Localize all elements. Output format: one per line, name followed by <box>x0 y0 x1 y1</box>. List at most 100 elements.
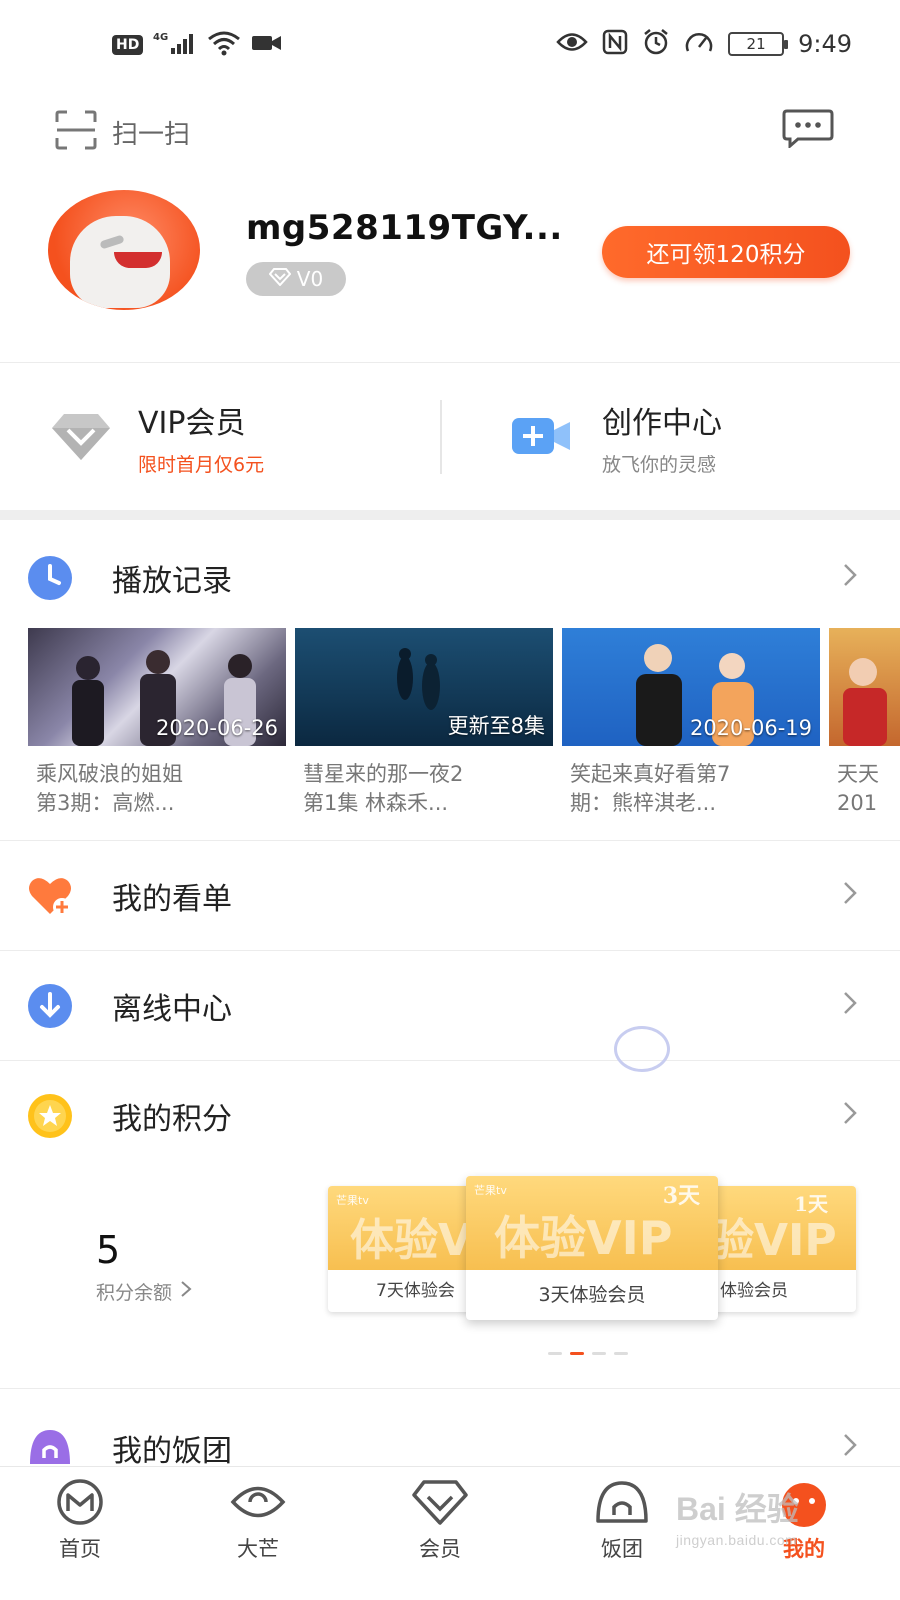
watchlist-label: 我的看单 <box>112 882 232 917</box>
fantuan-icon <box>592 1481 652 1531</box>
divider <box>0 362 900 363</box>
creator-text: 创作中心 放飞你的灵感 <box>602 398 722 477</box>
history-title: 播放记录 <box>112 564 232 599</box>
nav-home[interactable]: 首页 <box>20 1477 140 1563</box>
caption-line: 乘风破浪的姐姐 <box>36 762 183 786</box>
coupon-big-text: 体验VIP <box>494 1211 673 1265</box>
carousel-dot-active[interactable] <box>570 1352 584 1355</box>
speed-gauge-icon <box>684 29 714 59</box>
svg-text:4G: 4G <box>153 32 168 43</box>
caption-line: 201 <box>837 791 878 815</box>
history-caption: 笑起来真好看第7 期：熊梓淇老... <box>562 760 820 818</box>
fantuan-label: 我的饭团 <box>112 1434 232 1469</box>
offline-center-row[interactable]: 离线中心 <box>0 950 900 1060</box>
claim-points-button[interactable]: 还可领120积分 <box>602 226 850 278</box>
history-card[interactable]: 更新至8集 彗星来的那一夜2 第1集 林森禾... <box>295 628 553 818</box>
caption-line: 第1集 林森禾... <box>303 791 449 815</box>
carousel-dot[interactable] <box>614 1352 628 1355</box>
history-thumbnail: 2020-06-19 <box>562 628 820 746</box>
username[interactable]: mg528119TGY... <box>246 208 563 248</box>
nav-damang[interactable]: 大芒 <box>198 1477 318 1563</box>
nav-label: 首页 <box>59 1537 101 1561</box>
chevron-right-icon <box>842 1100 858 1130</box>
download-icon <box>26 982 74 1030</box>
star-coin-icon <box>26 1092 74 1140</box>
heart-plus-icon <box>26 872 74 920</box>
alarm-icon <box>642 28 670 60</box>
vip-title: VIP会员 <box>138 406 246 441</box>
video-plus-icon <box>510 414 572 462</box>
top-bar: 扫一扫 <box>0 100 900 160</box>
creator-title: 创作中心 <box>602 406 722 441</box>
points-balance-label: 积分余额 <box>96 1282 173 1304</box>
points-row[interactable]: 我的积分 <box>0 1060 900 1170</box>
caption-line: 期：熊梓淇老... <box>570 791 717 815</box>
vip-diamond-icon <box>410 1480 470 1531</box>
nav-fantuan[interactable]: 饭团 <box>562 1477 682 1563</box>
carousel-dots <box>548 1352 628 1355</box>
watchlist-row[interactable]: 我的看单 <box>0 840 900 950</box>
hd-badge: HD <box>112 35 144 55</box>
nav-label: 会员 <box>419 1537 461 1561</box>
chevron-right-icon <box>180 1280 192 1303</box>
vip-subtitle: 限时首月仅6元 <box>138 454 265 476</box>
caption-line: 彗星来的那一夜2 <box>303 762 464 786</box>
coupon-name: 3天体验会员 <box>538 1284 646 1306</box>
history-list[interactable]: 2020-06-26 乘风破浪的姐姐 第3期：高燃... 更新至8集 彗星来的那… <box>28 628 900 828</box>
history-card[interactable]: 2020-06-19 笑起来真好看第7 期：熊梓淇老... <box>562 628 820 818</box>
message-icon <box>782 109 834 152</box>
caption-line: 第3期：高燃... <box>36 791 175 815</box>
vip-text: VIP会员 限时首月仅6元 <box>138 398 264 477</box>
coupon-banner: 1天 验VIP <box>712 1186 856 1270</box>
clock-icon <box>26 554 74 602</box>
status-right: 21 9:49 <box>556 28 852 60</box>
clock: 9:49 <box>798 30 852 58</box>
history-card[interactable]: 天天 201 <box>829 628 900 818</box>
coupon-big-text: 体验V <box>350 1215 473 1266</box>
carousel-dot[interactable] <box>592 1352 606 1355</box>
history-header[interactable]: 播放记录 <box>0 522 900 632</box>
battery-indicator: 21 <box>728 32 789 56</box>
coupon-banner: 芒果tv 3天 体验VIP <box>466 1176 718 1270</box>
chevron-right-icon <box>842 562 858 592</box>
wifi-icon <box>207 30 241 60</box>
feature-separator <box>440 400 442 474</box>
points-label: 我的积分 <box>112 1102 232 1137</box>
baidu-watermark: Bai 经验 jingyan.baidu.com <box>676 1484 799 1548</box>
history-card[interactable]: 2020-06-26 乘风破浪的姐姐 第3期：高燃... <box>28 628 286 818</box>
history-thumbnail <box>829 628 900 746</box>
vip-level-badge[interactable]: V0 <box>246 262 346 296</box>
fantuan-icon <box>26 1424 74 1472</box>
coupon-card[interactable]: 芒果tv 体验V 7天体验会 <box>328 1186 488 1312</box>
nav-vip[interactable]: 会员 <box>380 1477 500 1563</box>
scan-button[interactable]: 扫一扫 <box>54 110 190 154</box>
history-date: 2020-06-19 <box>689 716 812 740</box>
scan-icon <box>54 110 98 154</box>
vip-diamond-icon <box>50 410 112 466</box>
status-left: HD 4G <box>112 30 283 60</box>
message-button[interactable] <box>782 108 834 152</box>
avatar[interactable] <box>48 190 200 310</box>
points-balance: 5 <box>96 1228 121 1272</box>
coupon-brand: 芒果tv <box>474 1184 507 1197</box>
nav-label: 大芒 <box>237 1537 279 1561</box>
history-date: 2020-06-26 <box>155 716 278 740</box>
coupon-card[interactable]: 1天 验VIP 体验会员 <box>712 1186 856 1312</box>
carousel-dot[interactable] <box>548 1352 562 1355</box>
signal-icon: 4G <box>153 30 197 60</box>
history-caption: 彗星来的那一夜2 第1集 林森禾... <box>295 760 553 818</box>
video-camera-icon <box>251 33 283 57</box>
vip-membership-entry[interactable]: VIP会员 限时首月仅6元 <box>50 398 264 477</box>
history-thumbnail: 更新至8集 <box>295 628 553 746</box>
coupon-name: 7天体验会 <box>376 1281 455 1301</box>
caption-line: 天天 <box>837 762 879 786</box>
coupon-name: 体验会员 <box>720 1281 788 1301</box>
chevron-right-icon <box>842 1432 858 1462</box>
nav-label: 饭团 <box>601 1537 643 1561</box>
watermark-text: Bai 经验 <box>676 1491 799 1527</box>
creator-center-entry[interactable]: 创作中心 放飞你的灵感 <box>510 398 722 477</box>
coupon-card-active[interactable]: 芒果tv 3天 体验VIP 3天体验会员 <box>466 1176 718 1320</box>
status-bar: HD 4G 21 9:49 <box>0 0 900 90</box>
points-balance-link[interactable]: 积分余额 <box>96 1278 192 1305</box>
watermark-sub: jingyan.baidu.com <box>676 1532 798 1548</box>
